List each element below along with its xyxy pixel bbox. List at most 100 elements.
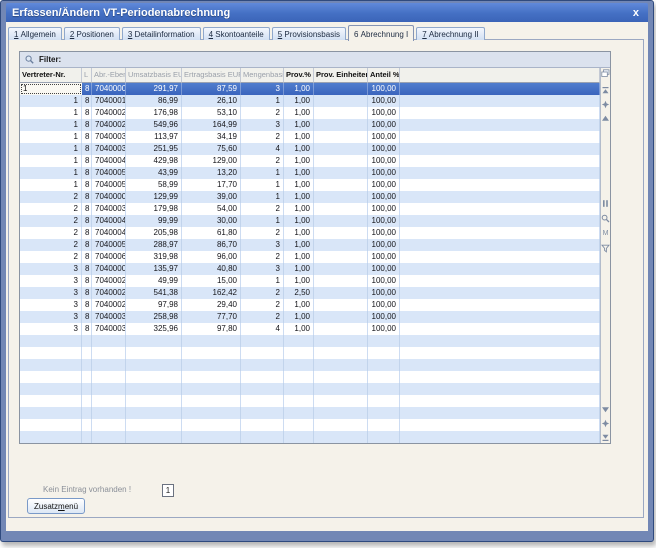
search-icon[interactable] — [25, 55, 34, 64]
table-row[interactable]: 1870400030113,9734,1921,00100,00 — [20, 131, 600, 143]
table-cell: 2 — [241, 251, 284, 263]
table-row[interactable]: 1870400027549,96164,9931,00100,00 — [20, 119, 600, 131]
table-cell: 58,99 — [126, 179, 182, 191]
table-row[interactable]: 387040002597,9829,4021,00100,00 — [20, 299, 600, 311]
table-cell: 8 — [82, 275, 92, 287]
filter-icon[interactable] — [601, 244, 610, 253]
table-row[interactable]: 187040001486,9926,1011,00100,00 — [20, 95, 600, 107]
tab-abrechnung-i[interactable]: 6 Abrechnung I — [348, 25, 414, 41]
table-cell: 1 — [241, 95, 284, 107]
table-row[interactable]: 2870400056288,9786,7031,00100,00 — [20, 239, 600, 251]
table-cell — [20, 335, 82, 347]
empty-row[interactable] — [20, 407, 600, 419]
tab-abrechnung-ii[interactable]: 7 Abrechnung II — [416, 27, 485, 40]
resize-columns-icon[interactable] — [601, 199, 610, 208]
empty-row[interactable] — [20, 347, 600, 359]
table-row[interactable]: 2870400065319,9896,0021,00100,00 — [20, 251, 600, 263]
tab-detailinformation[interactable]: 3 Detailinformation — [122, 27, 201, 40]
table-cell: 26,10 — [182, 95, 241, 107]
title-bar[interactable]: Erfassen/Ändern VT-Periodenabrechnung x — [6, 3, 648, 22]
table-row[interactable]: 3870400038258,9877,7021,00100,00 — [20, 311, 600, 323]
table-cell: 86,70 — [182, 239, 241, 251]
table-cell — [400, 239, 600, 251]
table-row[interactable]: 1870400045429,98129,0021,00100,00 — [20, 155, 600, 167]
column-header-prov-[interactable]: Prov.% — [284, 68, 314, 83]
table-cell: 100,00 — [368, 227, 400, 239]
table-cell — [400, 83, 600, 95]
table-cell: 1 — [241, 275, 284, 287]
column-header-anteil-[interactable]: Anteil % — [368, 68, 400, 83]
tab-mnemonic: 7 — [422, 30, 426, 39]
record-marker-icon[interactable] — [601, 419, 610, 428]
table-row[interactable]: 3870400006135,9740,8031,00100,00 — [20, 263, 600, 275]
filter-label: Filter: — [39, 55, 61, 64]
tab-skontoanteile[interactable]: 4 Skontoanteile — [203, 27, 270, 40]
table-cell — [92, 371, 126, 383]
tab-positionen[interactable]: 2 Positionen — [64, 27, 120, 40]
tab-provisionsbasis[interactable]: 5 Provisionsbasis — [272, 27, 346, 40]
table-cell — [314, 431, 368, 443]
column-chooser-icon[interactable] — [601, 69, 610, 78]
table-row[interactable]: 1870400031251,9575,6041,00100,00 — [20, 143, 600, 155]
scroll-down-icon[interactable] — [601, 405, 610, 414]
table-row[interactable]: 3870400020541,38162,4222,50100,00 — [20, 287, 600, 299]
table-cell — [368, 419, 400, 431]
table-row[interactable]: 3870400039325,9697,8041,00100,00 — [20, 323, 600, 335]
table-cell: 205,98 — [126, 227, 182, 239]
empty-row[interactable] — [20, 359, 600, 371]
table-cell: 100,00 — [368, 251, 400, 263]
tab-mnemonic: 3 — [128, 30, 132, 39]
empty-row[interactable] — [20, 419, 600, 431]
column-header-vertreter-nr-[interactable]: Vertreter-Nr. — [20, 68, 82, 83]
column-header-umsatzbasis-eur[interactable]: Umsatzbasis EUR — [126, 68, 182, 83]
scroll-to-top-icon[interactable] — [601, 86, 610, 95]
table-row[interactable]: 2870400005129,9939,0011,00100,00 — [20, 191, 600, 203]
table-cell — [314, 83, 368, 95]
table-row[interactable]: 2870400037179,9854,0021,00100,00 — [20, 203, 600, 215]
column-header-l[interactable]: L — [82, 68, 92, 83]
table-cell: 113,97 — [126, 131, 182, 143]
table-row[interactable]: 1870400000291,9787,5931,00100,00 — [20, 83, 600, 95]
table-cell: 1,00 — [284, 119, 314, 131]
table-cell: 43,99 — [126, 167, 182, 179]
column-header-mengenbasis[interactable]: Mengenbasis — [241, 68, 284, 83]
table-row[interactable]: 387040002049,9915,0011,00100,00 — [20, 275, 600, 287]
empty-row[interactable] — [20, 395, 600, 407]
table-cell: 2 — [20, 239, 82, 251]
tab-allgemein[interactable]: 1 Allgemein — [8, 27, 62, 40]
table-cell — [400, 167, 600, 179]
table-cell — [92, 395, 126, 407]
empty-row[interactable] — [20, 431, 600, 443]
table-row[interactable]: 187040005343,9913,2011,00100,00 — [20, 167, 600, 179]
table-cell — [182, 395, 241, 407]
table-row[interactable]: 1870400021176,9853,1021,00100,00 — [20, 107, 600, 119]
table-cell: 8 — [82, 119, 92, 131]
table-row[interactable]: 187040005758,9917,7011,00100,00 — [20, 179, 600, 191]
table-cell: 100,00 — [368, 167, 400, 179]
column-header-ertragsbasis-eur[interactable]: Ertragsbasis EUR — [182, 68, 241, 83]
scroll-to-bottom-icon[interactable] — [601, 433, 610, 442]
table-cell: 97,98 — [126, 299, 182, 311]
records-icon[interactable]: M — [601, 229, 610, 238]
table-cell — [400, 191, 600, 203]
record-marker-icon[interactable] — [601, 100, 610, 109]
empty-row[interactable] — [20, 383, 600, 395]
empty-row[interactable] — [20, 335, 600, 347]
empty-row[interactable] — [20, 371, 600, 383]
close-icon[interactable]: x — [630, 7, 642, 19]
table-cell — [241, 383, 284, 395]
table-cell: 2 — [241, 287, 284, 299]
scroll-up-icon[interactable] — [601, 114, 610, 123]
table-cell — [20, 359, 82, 371]
search-icon[interactable] — [601, 214, 610, 223]
table-row[interactable]: 2870400048205,9861,8021,00100,00 — [20, 227, 600, 239]
table-cell: 100,00 — [368, 119, 400, 131]
table-row[interactable]: 287040004099,9930,0011,00100,00 — [20, 215, 600, 227]
column-header-prov-einheiten[interactable]: Prov. Einheiten — [314, 68, 368, 83]
column-header-abr-ebene[interactable]: Abr.-Ebene — [92, 68, 126, 83]
zusatzmenu-button[interactable]: Zusatzmenü — [27, 498, 85, 514]
table-cell — [82, 395, 92, 407]
table-cell — [82, 407, 92, 419]
tab-mnemonic: 5 — [278, 30, 282, 39]
table-cell: 549,96 — [126, 119, 182, 131]
